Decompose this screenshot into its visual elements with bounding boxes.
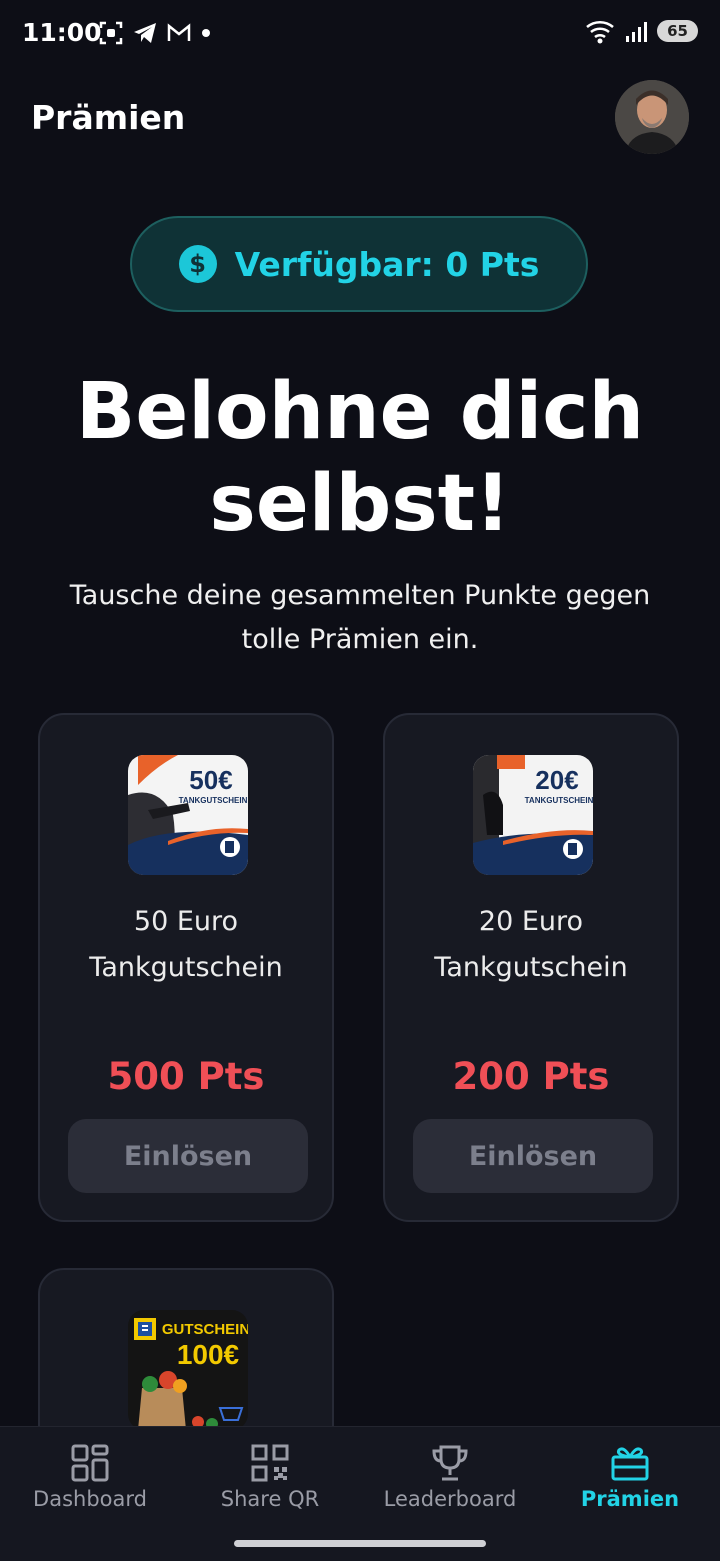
- hero-headline-line1: Belohne dich: [75, 367, 645, 457]
- qr-code-icon: [251, 1444, 289, 1482]
- hero-headline: Belohne dich selbst!: [0, 366, 720, 550]
- voucher-caption: GUTSCHEIN: [162, 1321, 248, 1338]
- voucher-amount: 20€: [535, 765, 578, 795]
- nav-leaderboard[interactable]: Leaderboard: [360, 1427, 540, 1537]
- dollar-coin-icon: $: [178, 245, 217, 283]
- dot-icon: [202, 29, 210, 37]
- reward-title: 50 Euro Tankgutschein: [89, 906, 283, 983]
- available-points-pill: $ Verfügbar: 0 Pts: [130, 216, 588, 312]
- dashboard-grid-icon: [71, 1444, 109, 1482]
- nav-praemien[interactable]: Prämien: [540, 1427, 720, 1537]
- avatar[interactable]: [615, 80, 689, 154]
- reward-card: 20€ TANKGUTSCHEIN 20 Euro Tankgutschein …: [383, 713, 679, 1222]
- status-right: 65: [585, 18, 698, 44]
- voucher-image: 50€ TANKGUTSCHEIN: [128, 755, 248, 875]
- reward-price: 200 Pts: [452, 1055, 610, 1098]
- signal-icon: [626, 22, 648, 42]
- reward-card: 50€ TANKGUTSCHEIN 50 Euro Tankgutschein …: [38, 713, 334, 1222]
- hero-headline-line2: selbst!: [209, 459, 511, 549]
- status-time: 11:00: [22, 18, 102, 47]
- wifi-icon: [586, 20, 614, 44]
- status-bar: 11:00 65: [0, 0, 720, 70]
- nav-share-qr[interactable]: Share QR: [180, 1427, 360, 1537]
- screenshot-icon: [99, 21, 123, 45]
- telegram-icon: [134, 23, 156, 43]
- battery-icon: 65: [657, 20, 698, 42]
- nav-label: Prämien: [580, 1487, 680, 1511]
- available-points-text: Verfügbar: 0 Pts: [234, 244, 540, 284]
- home-indicator[interactable]: [234, 1540, 486, 1547]
- gmail-icon: [167, 23, 191, 41]
- reward-price: 500 Pts: [107, 1055, 265, 1098]
- voucher-caption: TANKGUTSCHEIN: [525, 796, 593, 805]
- voucher-amount: 100€: [177, 1339, 240, 1370]
- voucher-image: 20€ TANKGUTSCHEIN: [473, 755, 593, 875]
- voucher-caption: TANKGUTSCHEIN: [179, 796, 248, 805]
- redeem-button[interactable]: Einlösen: [413, 1119, 653, 1193]
- nav-label: Leaderboard: [383, 1487, 517, 1511]
- nav-dashboard[interactable]: Dashboard: [0, 1427, 180, 1537]
- notification-icons: [98, 20, 212, 46]
- reward-title: 20 Euro Tankgutschein: [434, 906, 628, 983]
- redeem-button[interactable]: Einlösen: [68, 1119, 308, 1193]
- voucher-amount: 50€: [189, 765, 232, 795]
- nav-label: Share QR: [220, 1487, 320, 1511]
- nav-label: Dashboard: [33, 1487, 147, 1511]
- voucher-image: GUTSCHEIN 100€: [128, 1310, 248, 1430]
- trophy-icon: [432, 1445, 468, 1481]
- hero-subline: Tausche deine gesammelten Punkte gegen t…: [69, 580, 651, 655]
- page-title: Prämien: [31, 98, 186, 137]
- gift-icon: [611, 1447, 649, 1481]
